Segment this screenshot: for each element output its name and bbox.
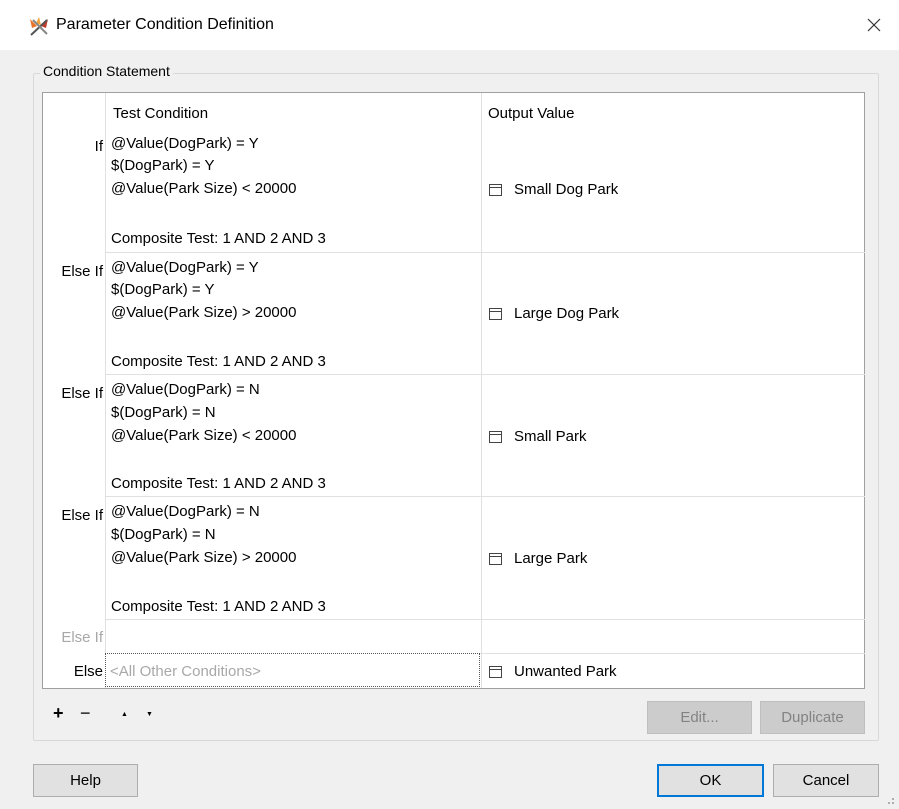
test-line: @Value(Park Size) > 20000 [111,304,297,321]
keyword-column-divider [105,93,106,688]
test-line: $(DogPark) = Y [111,281,215,298]
output-value-text: Small Park [514,428,587,445]
output-column-divider [481,93,482,688]
output-value-icon [489,307,502,320]
row-divider [105,619,865,620]
close-button[interactable] [849,0,899,50]
condition-table: Test Condition Output Value If @Value(Do… [42,92,865,689]
output-value[interactable]: Large Dog Park [489,305,619,322]
output-value-text: Unwanted Park [514,663,617,680]
fme-workbench-icon [30,17,48,36]
output-value-header: Output Value [488,105,575,122]
output-value[interactable]: Unwanted Park [489,663,617,680]
test-line: @Value(Park Size) < 20000 [111,180,297,197]
output-value[interactable]: Small Park [489,428,587,445]
window-title: Parameter Condition Definition [56,16,274,33]
remove-button[interactable]: − [80,703,91,724]
row-keyword: Else If [61,629,103,646]
row-keyword: Else If [61,263,103,280]
move-up-button[interactable]: ▲ [121,711,128,718]
output-value[interactable]: Large Park [489,550,587,567]
cancel-button[interactable]: Cancel [773,764,879,797]
edit-button[interactable]: Edit... [647,701,752,734]
duplicate-button[interactable]: Duplicate [760,701,865,734]
composite-test: Composite Test: 1 AND 2 AND 3 [111,353,326,370]
composite-test: Composite Test: 1 AND 2 AND 3 [111,230,326,247]
output-value-icon [489,552,502,565]
row-keyword: Else If [61,507,103,524]
output-value-icon [489,183,502,196]
test-line: $(DogPark) = Y [111,157,215,174]
row-divider [105,252,865,253]
row-divider [105,374,865,375]
test-line: @Value(DogPark) = Y [111,259,259,276]
add-button[interactable]: + [53,703,64,724]
else-condition-input[interactable]: <All Other Conditions> [105,653,480,687]
output-value-text: Large Park [514,550,588,567]
move-down-button[interactable]: ▼ [146,711,153,718]
ok-button[interactable]: OK [657,764,764,797]
test-line: $(DogPark) = N [111,526,216,543]
test-line: @Value(Park Size) > 20000 [111,549,297,566]
output-value-icon [489,430,502,443]
composite-test: Composite Test: 1 AND 2 AND 3 [111,598,326,615]
row-divider [105,496,865,497]
resize-grip-icon[interactable] [885,795,895,805]
row-keyword: Else If [61,385,103,402]
help-button[interactable]: Help [33,764,138,797]
close-icon [867,18,881,32]
test-line: @Value(Park Size) < 20000 [111,427,297,444]
output-value-text: Small Dog Park [514,181,619,198]
output-value-text: Large Dog Park [514,305,620,322]
row-keyword: If [94,138,103,155]
test-line: @Value(DogPark) = N [111,503,260,520]
test-line: @Value(DogPark) = N [111,381,260,398]
composite-test: Composite Test: 1 AND 2 AND 3 [111,475,326,492]
group-label: Condition Statement [40,63,173,79]
output-value[interactable]: Small Dog Park [489,181,618,198]
test-condition-header: Test Condition [113,105,209,122]
output-value-icon [489,665,502,678]
title-bar: Parameter Condition Definition [0,0,899,50]
else-keyword: Else [73,663,103,680]
test-line: $(DogPark) = N [111,404,216,421]
test-line: @Value(DogPark) = Y [111,135,259,152]
